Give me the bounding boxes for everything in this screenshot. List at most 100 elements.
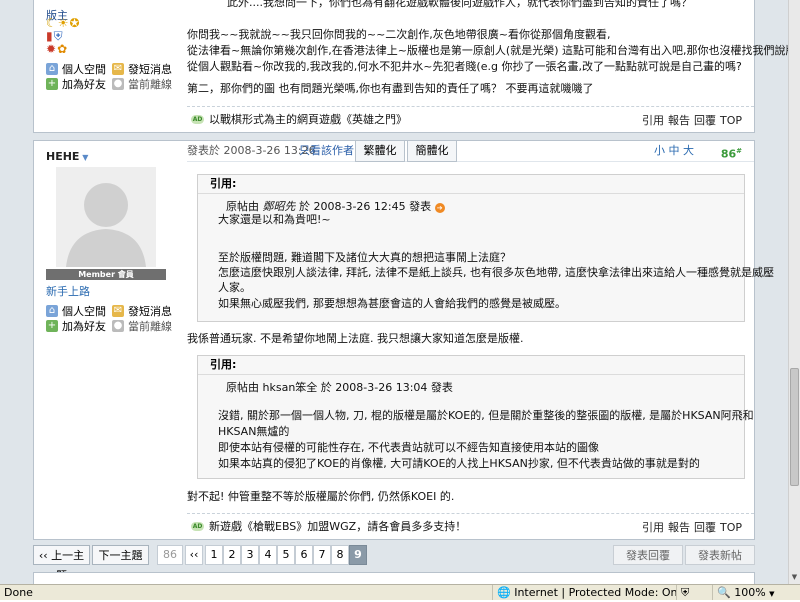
offline-label: 當前離線: [128, 320, 172, 333]
new-post-button[interactable]: 發表新帖: [685, 545, 755, 565]
quote-line-text: 至於版權問題, 難道閣下及諸位大大真的想把這事鬧上法庭？: [218, 251, 511, 264]
quote-button[interactable]: 引用: [642, 521, 664, 534]
quote-block-2: 引用: 原帖由 hksan笨全 於 2008-3-26 13:04 發表 沒錯,…: [197, 355, 754, 479]
scroll-down-arrow-icon[interactable]: ▼: [789, 570, 800, 584]
post-2-actions: 引用 報告 回覆 TOP: [638, 519, 742, 535]
quote-line: 如果本站真的侵犯了KOE的肖像權, 大可請KOE的人找上HKSAN抄家, 但不代…: [218, 457, 700, 470]
quote-author-name: hksan笨全: [262, 381, 318, 394]
reply-button[interactable]: 回覆: [694, 114, 716, 127]
zoom-icon: 🔍: [717, 586, 731, 599]
page-first-button[interactable]: ‹‹: [185, 545, 203, 565]
page-link[interactable]: 1: [205, 545, 223, 565]
page-scrollbar[interactable]: ▼: [788, 0, 800, 584]
post-1-actions: 引用 報告 回覆 TOP: [638, 112, 742, 128]
post-meta-bar: 發表於 2008-3-26 13:26 只看該作者 繁體化 簡體化 小 中 大 …: [187, 141, 754, 162]
add-friend-icon: +: [46, 78, 58, 90]
body-line-1: 你問我~~我就說~~我只回你問我的~~二次創作,灰色地帶很廣~看你從那個角度觀看…: [187, 28, 611, 41]
quote-line: 大家還是以和為貴吧!~: [218, 213, 331, 226]
body-line-4: 第二，那你們的圖 也有問題光榮嗎,你也有盡到告知的責任了嗎？ 不要再這就嘰嘰了: [187, 82, 594, 95]
post-1: 版主 ☾☀✪ ▮⛨ ✹✿ ⌂ 個人空間 ✉ 發短消息 + 加為好友 ● 當前離線 此外.…: [33, 0, 788, 133]
top-button[interactable]: TOP: [720, 521, 742, 534]
simplified-chinese-tab[interactable]: 簡體化: [407, 141, 457, 162]
report-button[interactable]: 報告: [668, 521, 690, 534]
send-message-label: 發短消息: [128, 63, 172, 76]
username-text: HEHE: [46, 150, 80, 163]
quote-line: 怎麼這麼快跟別人談法律, 拜託, 法律不是紙上談兵, 也有很多灰色地帶, 這麼快…: [218, 266, 774, 279]
offline-status: ● 當前離線: [112, 318, 172, 334]
top-button[interactable]: TOP: [720, 114, 742, 127]
person-icon: ●: [112, 78, 124, 90]
scrollbar-thumb[interactable]: [790, 368, 799, 486]
page-link[interactable]: 5: [277, 545, 295, 565]
shield-icon: ⛨: [681, 586, 690, 599]
zoom-control[interactable]: 🔍 100% ▼: [712, 585, 787, 600]
badge-medal-icon: ✹: [46, 42, 57, 56]
add-friend-link[interactable]: + 加為好友: [46, 318, 106, 334]
user-space-label: 個人空間: [62, 63, 106, 76]
page-link[interactable]: 2: [223, 545, 241, 565]
flower-medal-icon: ✿: [57, 42, 68, 56]
zoom-level: 100%: [734, 586, 766, 599]
person-icon: ●: [112, 320, 124, 332]
forum-page: 版主 ☾☀✪ ▮⛨ ✹✿ ⌂ 個人空間 ✉ 發短消息 + 加為好友 ● 當前離線 此外.…: [0, 0, 788, 584]
quote-button[interactable]: 引用: [642, 114, 664, 127]
floor-number: 86#: [721, 143, 742, 163]
reply-text-2: 對不起! 仲管重整不等於版權屬於你們, 仍然係KOEI 的.: [187, 490, 455, 503]
only-author-link[interactable]: 只看該作者: [299, 143, 354, 159]
status-text: Done: [4, 586, 33, 599]
quote-line: 至於版權問題, 難道閣下及諸位大大真的想把這事鬧上法庭？: [218, 250, 511, 266]
reply-button[interactable]: 回覆: [694, 521, 716, 534]
signature-ad-link[interactable]: AD 以戰棋形式為主的網頁遊戲《英雄之門》: [191, 111, 407, 127]
username[interactable]: HEHE ▼: [46, 149, 88, 166]
next-topic-button[interactable]: 下一主題 ››: [92, 545, 149, 582]
user-space-link[interactable]: ⌂ 個人空間: [46, 303, 106, 319]
current-page: 9: [349, 545, 367, 565]
offline-status: ● 當前離線: [112, 76, 172, 92]
font-small-button[interactable]: 小: [654, 144, 665, 157]
page-link[interactable]: 4: [259, 545, 277, 565]
quoted-tail-line: 此外....我想問一下，你們也為有翻花遊戲軟體後向遊戲作人，就代表你們盡到告知的…: [227, 0, 692, 9]
post-reply-button[interactable]: 發表回覆: [613, 545, 683, 565]
page-link[interactable]: 3: [241, 545, 259, 565]
send-message-link[interactable]: ✉ 發短消息: [112, 61, 172, 77]
quote-author-line: 原帖由 hksan笨全 於 2008-3-26 13:04 發表: [226, 380, 453, 396]
prev-topic-button[interactable]: ‹‹ 上一主題: [33, 545, 90, 582]
chevron-down-icon: ▼: [769, 590, 775, 598]
add-friend-label: 加為好友: [62, 320, 106, 333]
user-space-link[interactable]: ⌂ 個人空間: [46, 61, 106, 77]
signature-ad-link[interactable]: AD 新遊戲《槍戰EBS》加盟WGZ，請各會員多多支持！: [191, 518, 466, 534]
quote-line: HKSAN無爐的: [218, 425, 290, 438]
page-link[interactable]: 7: [313, 545, 331, 565]
signature-text: 以戰棋形式為主的網頁遊戲《英雄之門》: [209, 113, 407, 126]
chevron-down-icon: ▼: [79, 153, 89, 162]
font-medium-button[interactable]: 中: [669, 144, 680, 157]
body-line-3: 從個人觀點看~你改我的,我改我的,何水不犯井水~先犯者賤(e.g 你抄了一張名畫…: [187, 60, 742, 73]
page-link[interactable]: 8: [331, 545, 349, 565]
user-rank: 新手上路: [46, 285, 90, 298]
jump-to-post-icon[interactable]: ➔: [434, 203, 445, 213]
user-space-label: 個人空間: [62, 305, 106, 318]
default-avatar-icon: [56, 167, 156, 267]
quote-author-date: 於 2008-3-26 13:04 發表: [320, 381, 453, 394]
reply-text-1: 我係普通玩家. 不是希望你地鬧上法庭. 我只想讓大家知道怎麼是版權.: [187, 332, 524, 345]
page-link[interactable]: 6: [295, 545, 313, 565]
traditional-chinese-tab[interactable]: 繁體化: [355, 141, 405, 162]
quote-author-prefix: 原帖由: [226, 381, 259, 394]
floor-suffix: #: [736, 147, 742, 155]
signature-divider: [187, 106, 754, 107]
quote-line: 如果無心威壓我們, 那要想想為甚麼會這的人會給我們的感覺是被威壓。: [218, 297, 566, 310]
send-message-link[interactable]: ✉ 發短消息: [112, 303, 172, 319]
pager-bar: ‹‹ 上一主題 下一主題 ›› 86 ‹‹ 1 2 3 4 5 6 7 8 9 …: [33, 545, 755, 582]
report-button[interactable]: 報告: [668, 114, 690, 127]
home-icon: ⌂: [46, 305, 58, 317]
add-friend-link[interactable]: + 加為好友: [46, 76, 106, 92]
envelope-icon: ✉: [112, 305, 124, 317]
post-2-sidebar: HEHE ▼ Member 會員 新手上路 ⌂ 個人空間 ✉ 發短消息 + 加為好友 …: [34, 141, 184, 539]
medals: ☾☀✪ ▮⛨ ✹✿: [46, 17, 81, 56]
quote-header: 引用:: [198, 356, 744, 375]
security-zone: 🌐 Internet | Protected Mode: On: [492, 585, 678, 600]
post-1-content: 此外....我想問一下，你們也為有翻花遊戲軟體後向遊戲作人，就代表你們盡到告知的…: [187, 0, 788, 132]
font-large-button[interactable]: 大: [683, 144, 694, 157]
body-line-2: 從法律看~無論你第幾次創作,在香港法律上~版權也是第一原創人(就是光榮) 這點可…: [187, 44, 788, 57]
ad-icon: AD: [191, 114, 204, 124]
